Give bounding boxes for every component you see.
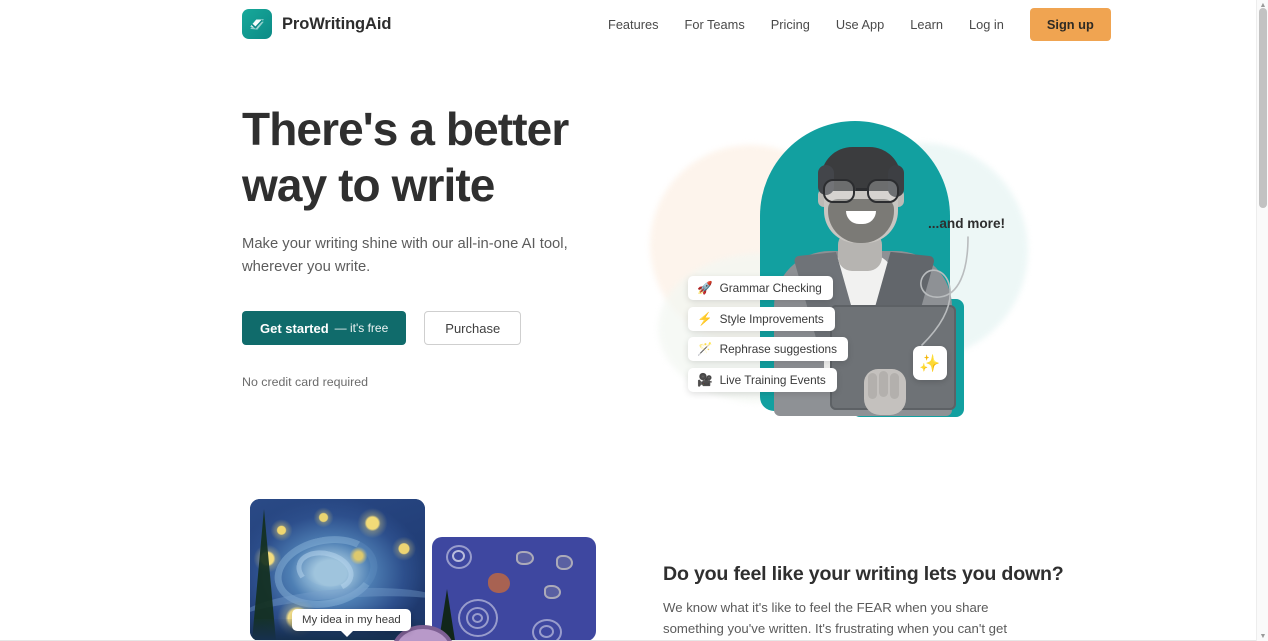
person-finger-3 (890, 373, 899, 399)
feature-pill-label: Rephrase suggestions (719, 342, 837, 356)
purchase-button[interactable]: Purchase (424, 311, 522, 345)
magic-wand-icon: 🪄 (697, 341, 713, 356)
lens-left (823, 179, 855, 203)
feature-pill-label: Style Improvements (719, 312, 824, 326)
feature-pill-grammar-checking: 🚀 Grammar Checking (688, 276, 833, 300)
browser-viewport: ProWritingAid Features For Teams Pricing… (0, 0, 1268, 641)
nav-item-for-teams[interactable]: For Teams (672, 11, 758, 38)
lens-right (867, 179, 899, 203)
feature-pill-style-improvements: ⚡ Style Improvements (688, 307, 835, 331)
sketch-star-2 (556, 555, 573, 570)
and-more-annotation: ...and more! (928, 216, 1006, 231)
sign-up-button[interactable]: Sign up (1029, 7, 1111, 41)
nav-item-use-app[interactable]: Use App (823, 11, 897, 38)
section2-body: We know what it's like to feel the FEAR … (663, 600, 1008, 636)
vertical-scrollbar[interactable]: ▲ ▼ (1256, 0, 1268, 641)
nav-item-learn[interactable]: Learn (897, 11, 956, 38)
main-navigation: Features For Teams Pricing Use App Learn… (595, 0, 1111, 48)
section2-copy: Do you feel like your writing lets you d… (663, 563, 1064, 641)
person-finger-1 (868, 373, 877, 399)
sketch-spiral-2-core (472, 613, 483, 623)
sketch-orange-shape (488, 573, 510, 593)
brand-name: ProWritingAid (282, 14, 392, 33)
hero-section: There's a better way to write Make your … (0, 48, 1256, 488)
hero-illustration: ✨ 🚀 Grammar Checking ⚡ Style Improvement… (640, 103, 1040, 443)
hero-title-line1: There's a better (242, 103, 569, 155)
curved-arrow-icon (920, 236, 969, 346)
hero-copy: There's a better way to write Make your … (242, 101, 642, 389)
feature-pill-label: Live Training Events (719, 373, 826, 387)
nav-item-log-in[interactable]: Log in (956, 11, 1017, 38)
section2-title: Do you feel like your writing lets you d… (663, 563, 1064, 585)
feature-pill-label: Grammar Checking (719, 281, 822, 295)
nav-item-pricing[interactable]: Pricing (758, 11, 823, 38)
writing-lets-you-down-section: My idea in my head Do you feel like your… (0, 488, 1256, 641)
sketch-spiral-1-inner (452, 550, 465, 562)
sketch-star-1 (516, 551, 534, 565)
brand-logo-link[interactable]: ProWritingAid (242, 9, 391, 39)
nav-item-features[interactable]: Features (595, 11, 672, 38)
idea-tooltip: My idea in my head (292, 609, 411, 637)
sketch-star-3 (544, 585, 561, 599)
page-content: ProWritingAid Features For Teams Pricing… (0, 0, 1256, 641)
hero-subtitle: Make your writing shine with our all-in-… (242, 236, 568, 275)
sketch-panel (432, 537, 596, 641)
hero-cta-group: Get started — it's free Purchase (242, 311, 642, 345)
lightning-icon: ⚡ (697, 311, 713, 326)
site-header: ProWritingAid Features For Teams Pricing… (0, 0, 1256, 48)
no-credit-card-note: No credit card required (242, 375, 369, 389)
before-after-artwork: My idea in my head (250, 499, 620, 641)
person-finger-2 (879, 371, 888, 397)
get-started-button[interactable]: Get started — it's free (242, 311, 407, 345)
feature-pill-live-training-events: 🎥 Live Training Events (688, 368, 837, 392)
hero-title-line2: way to write (242, 159, 495, 211)
video-camera-icon: 🎥 (697, 372, 713, 387)
get-started-label: Get started (260, 320, 329, 336)
rocket-icon: 🚀 (697, 280, 713, 295)
get-started-sublabel: — it's free (334, 321, 389, 335)
scroll-down-arrow-icon[interactable]: ▼ (1257, 631, 1268, 641)
stacked-pages-check-icon (242, 9, 272, 39)
feature-pill-rephrase-suggestions: 🪄 Rephrase suggestions (688, 337, 848, 361)
eyeglasses-icon (820, 179, 904, 203)
hero-title: There's a better way to write (242, 101, 642, 213)
sketch-spiral-3-inner (539, 625, 554, 638)
scrollbar-thumb[interactable] (1259, 8, 1267, 208)
